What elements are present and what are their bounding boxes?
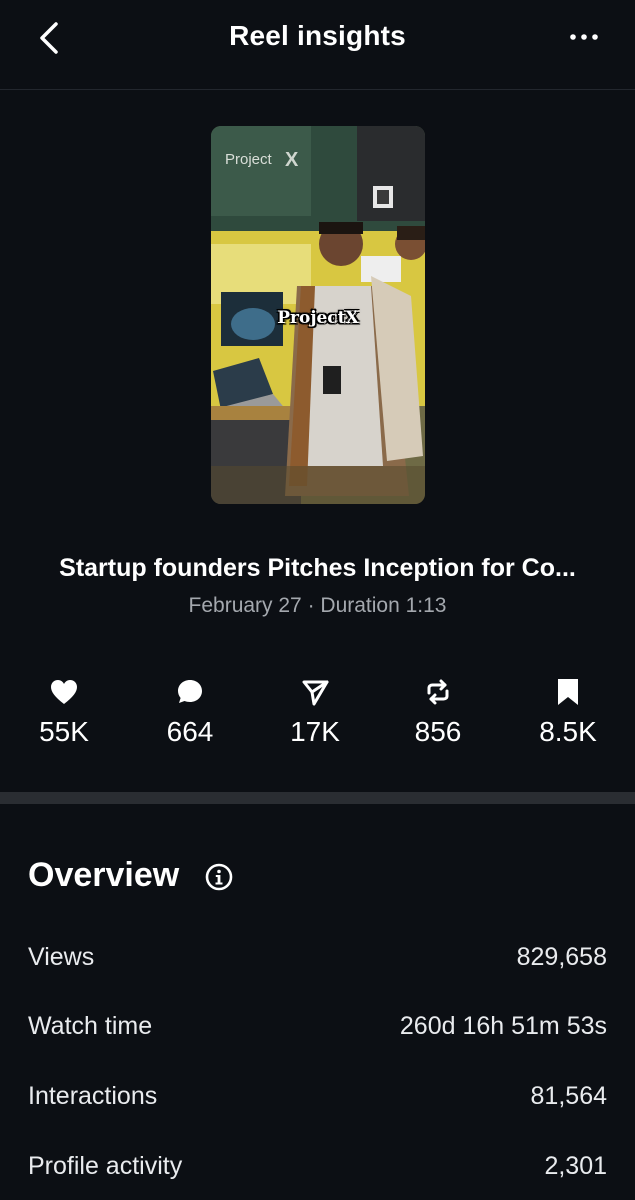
repost-icon [427,679,449,705]
row-label: Views [28,943,95,971]
stat-shares: 17K [260,676,370,748]
stat-comments: 664 [135,676,245,748]
row-value: 81,564 [530,1082,607,1110]
overview-row-watch-time[interactable]: Watch time 260d 16h 51m 53s [28,1012,607,1046]
row-label: Interactions [28,1082,158,1110]
svg-text:X: X [285,149,299,171]
stat-value: 55K [39,716,89,747]
section-divider [0,792,635,804]
row-label: Profile activity [28,1152,183,1180]
share-icon [302,680,329,706]
reel-thumbnail[interactable]: Project X ProjectX [211,126,425,504]
reel-insights-screen: Reel insights Project X ProjectX Startup… [0,0,635,1200]
stat-value: 17K [290,716,340,747]
overview-row-views[interactable]: Views 829,658 [28,943,607,977]
row-value: 829,658 [516,943,607,971]
stat-likes: 55K [9,676,119,748]
svg-text:Project: Project [225,151,273,168]
reel-title: Startup founders Pitches Inception for C… [59,554,576,582]
stat-reposts: 856 [383,676,493,748]
more-options-button[interactable] [567,26,601,48]
stat-value: 8.5K [539,716,597,747]
info-icon [205,863,233,891]
page-title: Reel insights [229,20,406,51]
reel-overlay-caption: ProjectX [277,308,359,328]
bookmark-icon [558,679,578,705]
comment-icon [178,680,202,703]
row-label: Watch time [28,1012,153,1040]
reel-meta: February 27 · Duration 1:13 [188,594,447,617]
row-value: 260d 16h 51m 53s [399,1012,607,1040]
header-bar: Reel insights [0,0,635,90]
heart-icon [51,680,77,704]
overview-row-interactions[interactable]: Interactions 81,564 [28,1082,607,1116]
stat-value: 664 [166,716,214,747]
more-horizontal-icon [570,34,598,40]
stat-saves: 8.5K [513,676,623,748]
info-button[interactable] [205,863,233,891]
stat-value: 856 [414,716,462,747]
row-value: 2,301 [544,1152,607,1180]
overview-heading: Overview [28,856,180,894]
overview-row-profile-activity[interactable]: Profile activity 2,301 [28,1152,607,1186]
